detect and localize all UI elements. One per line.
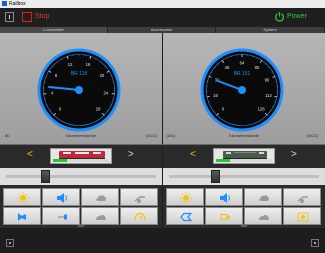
loco-selector-right: < > — [163, 145, 325, 168]
horn-icon — [220, 193, 230, 203]
function-button-6[interactable] — [42, 207, 80, 225]
loco-selector-left: < > — [0, 145, 162, 168]
previous-loco-left-icon[interactable]: < — [27, 150, 33, 160]
level-icon — [220, 214, 230, 220]
loco-card-left[interactable] — [50, 148, 112, 164]
steam-icon — [259, 215, 269, 220]
dial-tick-label: 64 — [240, 61, 245, 66]
light-icon — [180, 192, 192, 204]
dial-tick-label: 16 — [213, 93, 218, 98]
smoke-icon — [259, 195, 269, 201]
scale-label-left: Kilometer/stunde — [65, 133, 96, 138]
function-button-4[interactable] — [120, 188, 158, 206]
bottom-bar — [0, 228, 325, 253]
dial-tick-label: 24 — [103, 91, 108, 96]
function-button-7[interactable] — [244, 207, 282, 225]
function-button-3[interactable] — [81, 188, 119, 206]
stop-label: Stop — [35, 13, 50, 20]
loco-progress-right — [216, 159, 272, 162]
needle-hub-left — [75, 86, 83, 94]
function-button-4[interactable] — [283, 188, 321, 206]
window-title: Railbox — [9, 1, 26, 7]
function-button-8[interactable] — [283, 207, 321, 225]
function-button-7[interactable] — [81, 207, 119, 225]
toolbar: Stop Power — [0, 8, 325, 27]
needle-hub-right — [238, 86, 246, 94]
function-button-2[interactable] — [42, 188, 80, 206]
loco-progress-left — [53, 159, 109, 162]
power-label: Power — [287, 13, 307, 20]
scale-label-right: Kilometer/stunde — [228, 133, 259, 138]
function-button-8[interactable] — [120, 207, 158, 225]
dial-tick-label: 12 — [68, 62, 73, 67]
right-cab-settings-button[interactable] — [311, 239, 319, 247]
shunt-icon — [297, 212, 309, 222]
dial-tick-label: 80 — [255, 65, 260, 70]
function-button-6[interactable] — [205, 207, 243, 225]
coupler-icon — [18, 213, 26, 221]
horn-icon — [57, 193, 67, 203]
throttle-slider-left[interactable] — [0, 168, 162, 185]
dial-tick-label: 28 — [96, 107, 101, 112]
coupler-icon — [180, 212, 193, 222]
next-loco-right-icon[interactable]: > — [291, 150, 297, 160]
level-icon — [58, 214, 67, 220]
function-button-2[interactable] — [205, 188, 243, 206]
function-button-1[interactable] — [3, 188, 41, 206]
light-icon — [17, 192, 29, 204]
dial-tick-label: 48 — [225, 65, 230, 70]
speedometer-panel-left: 0 4 8 12 16 20 24 28 BR 118 80 Kilometer/stunde… — [0, 33, 162, 144]
function-panel-right: #80 — [163, 185, 325, 228]
whistle-icon — [297, 196, 308, 203]
info-button[interactable] — [5, 12, 14, 22]
title-bar: Railbox — [0, 0, 325, 8]
protocol-left: (DCC) — [146, 133, 158, 138]
dial-tick-label: 16 — [86, 62, 91, 67]
throttle-groove-left — [6, 175, 156, 178]
app-logo-icon — [2, 1, 7, 6]
speedo-title-right: BR 151 — [234, 71, 251, 77]
dial-tick-label: 112 — [265, 93, 272, 98]
function-button-3[interactable] — [244, 188, 282, 206]
app-window: Railbox Stop Power Locomotive Accessorie… — [0, 0, 325, 253]
throttle-handle-right[interactable] — [211, 170, 221, 183]
whistle-icon — [134, 196, 145, 203]
dial-tick-label: 96 — [265, 77, 270, 82]
speedometer-left: 04812 16202428 BR 118 — [37, 48, 121, 132]
function-button-5[interactable] — [166, 207, 204, 225]
speedometer-right: 0163248648096112128 BR 151 — [200, 48, 284, 132]
steam-icon — [96, 215, 106, 220]
dial-tick-label: 128 — [258, 107, 266, 112]
next-loco-left-icon[interactable]: > — [128, 150, 134, 160]
function-panel-left: #80 — [0, 185, 162, 228]
speed-icon — [134, 212, 146, 221]
loco-card-right[interactable] — [213, 148, 275, 164]
power-icon — [275, 11, 284, 22]
protocol-right: (DCC) — [307, 133, 319, 138]
throttle-groove-right — [169, 175, 319, 178]
speedo-title-left: BR 118 — [71, 71, 88, 77]
loco-progress-fill-right — [216, 159, 230, 162]
previous-loco-right-icon[interactable]: < — [190, 150, 196, 160]
function-button-5[interactable] — [3, 207, 41, 225]
stop-icon — [22, 12, 32, 22]
function-button-1[interactable] — [166, 188, 204, 206]
speedometer-panel-right: 0 16 32 48 64 80 96 112 128 BR 151 (151) Kilomet… — [163, 33, 325, 144]
throttle-handle-left[interactable] — [41, 170, 51, 183]
throttle-slider-right[interactable] — [163, 168, 325, 185]
loco-progress-fill-left — [53, 159, 67, 162]
left-cab-settings-button[interactable] — [6, 239, 14, 247]
smoke-icon — [96, 195, 106, 201]
dial-tick-label: 20 — [100, 73, 105, 78]
